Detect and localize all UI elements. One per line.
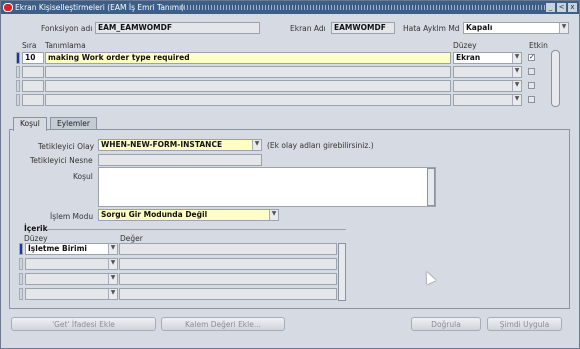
content-scrollbar[interactable]	[338, 243, 346, 301]
debug-mode-value: Kapalı	[466, 23, 493, 32]
chevron-down-icon[interactable]: ▼	[512, 53, 521, 63]
row-selector[interactable]	[19, 243, 23, 255]
chevron-down-icon[interactable]: ▼	[512, 95, 521, 105]
column-header-level: Düzey	[453, 41, 477, 50]
definition-cell[interactable]: making Work order type required	[45, 52, 451, 64]
active-checkbox[interactable]	[528, 68, 535, 75]
content-value-header: Değer	[120, 234, 143, 243]
content-value-cell[interactable]	[119, 243, 337, 255]
function-name-field[interactable]: EAM_EAMWOMDF	[95, 22, 260, 34]
grid-scrollbar[interactable]	[551, 50, 560, 107]
column-header-definition: Tanımlama	[45, 41, 86, 50]
screen-name-label: Ekran Adı	[290, 24, 326, 33]
function-name-label: Fonksiyon adı	[41, 24, 93, 33]
oracle-logo-icon	[3, 3, 13, 12]
trigger-object-field[interactable]	[98, 154, 262, 166]
definition-cell[interactable]	[45, 94, 451, 106]
chevron-down-icon[interactable]: ▼	[269, 210, 278, 220]
row-selector[interactable]	[19, 273, 23, 285]
chevron-down-icon[interactable]: ▼	[108, 244, 117, 254]
chevron-down-icon[interactable]: ▼	[512, 67, 521, 77]
minimize-button[interactable]: _	[546, 3, 555, 12]
content-value-cell[interactable]	[119, 288, 337, 300]
trigger-event-field[interactable]: WHEN-NEW-FORM-INSTANCE ▼	[98, 139, 262, 151]
trigger-event-value: WHEN-NEW-FORM-INSTANCE	[101, 140, 223, 149]
chevron-down-icon[interactable]: ▼	[108, 289, 117, 299]
chevron-down-icon[interactable]: ▼	[559, 23, 568, 33]
content-level-header: Düzey	[24, 234, 48, 243]
window-title: Ekran Kişiselleştirmeleri (EAM İş Emri T…	[15, 3, 185, 12]
condition-label: Koşul	[73, 172, 93, 181]
title-bar: Ekran Kişiselleştirmeleri (EAM İş Emri T…	[1, 1, 579, 14]
level-cell[interactable]: Ekran ▼	[453, 52, 522, 64]
customization-window: Ekran Kişiselleştirmeleri (EAM İş Emri T…	[0, 0, 580, 349]
close-button[interactable]: x	[568, 3, 577, 12]
row-selector[interactable]	[16, 66, 20, 78]
trigger-hint: (Ek olay adları girebilirsiniz.)	[267, 141, 374, 150]
titlebar-pattern	[181, 5, 547, 10]
processing-mode-value: Sorgu Gir Modunda Değil	[101, 210, 208, 219]
condition-textarea[interactable]	[98, 167, 436, 207]
condition-panel: Tetikleyici Olay WHEN-NEW-FORM-INSTANCE ▼…	[9, 129, 570, 309]
seq-cell[interactable]: 10	[22, 52, 44, 64]
active-checkbox[interactable]	[528, 82, 535, 89]
row-selector[interactable]	[16, 80, 20, 92]
processing-mode-label: İşlem Modu	[50, 212, 94, 221]
active-checkbox[interactable]: ✓	[528, 54, 535, 61]
trigger-event-label: Tetikleyici Olay	[38, 142, 95, 151]
processing-mode-select[interactable]: Sorgu Gir Modunda Değil ▼	[98, 209, 279, 221]
restore-button[interactable]: <	[557, 3, 566, 12]
content-level-cell[interactable]: ▼	[25, 273, 118, 285]
content-divider	[46, 229, 346, 230]
content-level-cell[interactable]: ▼	[25, 288, 118, 300]
chevron-down-icon[interactable]: ▼	[108, 274, 117, 284]
column-header-seq: Sıra	[22, 41, 37, 50]
chevron-down-icon[interactable]: ▼	[252, 140, 261, 150]
seq-cell[interactable]	[22, 66, 44, 78]
definition-cell[interactable]	[45, 66, 451, 78]
trigger-object-label: Tetikleyici Nesne	[30, 156, 93, 165]
row-selector[interactable]	[16, 94, 20, 106]
active-checkbox[interactable]	[528, 96, 535, 103]
definition-cell[interactable]	[45, 80, 451, 92]
content-title: İçerik	[24, 224, 48, 233]
level-cell[interactable]: ▼	[453, 66, 522, 78]
seq-cell[interactable]	[22, 94, 44, 106]
content-level-cell[interactable]: ▼	[25, 258, 118, 270]
screen-name-field[interactable]: EAMWOMDF	[331, 22, 395, 34]
add-item-value-button[interactable]: Kalem Değeri Ekle...	[161, 317, 285, 331]
seq-cell[interactable]	[22, 80, 44, 92]
condition-scrollbar[interactable]	[427, 168, 435, 206]
content-value-cell[interactable]	[119, 273, 337, 285]
add-get-expression-button[interactable]: 'Get' İfadesi Ekle	[11, 317, 156, 331]
level-value: Ekran	[456, 53, 481, 62]
content-level-value: İşletme Birimi	[28, 244, 87, 253]
column-header-active: Etkin	[529, 41, 548, 50]
chevron-down-icon[interactable]: ▼	[108, 259, 117, 269]
content-value-cell[interactable]	[119, 258, 337, 270]
row-selector[interactable]	[19, 288, 23, 300]
tab-condition[interactable]: Koşul	[13, 117, 47, 131]
content-level-cell[interactable]: İşletme Birimi ▼	[25, 243, 118, 255]
row-selector[interactable]	[16, 52, 20, 64]
debug-mode-select[interactable]: Kapalı ▼	[463, 22, 569, 34]
row-selector[interactable]	[19, 258, 23, 270]
debug-mode-label: Hata Ayklm Md	[403, 24, 460, 33]
level-cell[interactable]: ▼	[453, 80, 522, 92]
validate-button[interactable]: Doğrula	[411, 317, 481, 331]
apply-now-button[interactable]: Şimdi Uygula	[487, 317, 562, 331]
chevron-down-icon[interactable]: ▼	[512, 81, 521, 91]
level-cell[interactable]: ▼	[453, 94, 522, 106]
